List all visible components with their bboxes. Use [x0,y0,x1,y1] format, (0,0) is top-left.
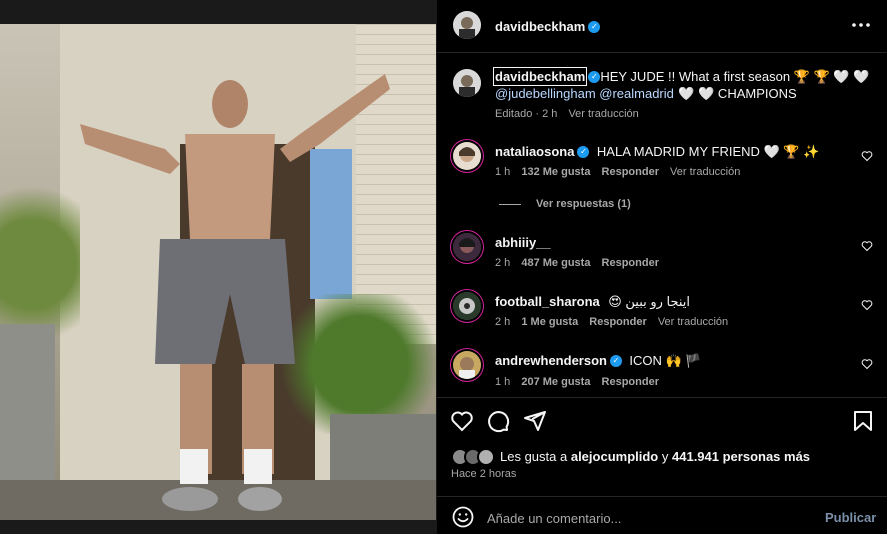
caption-edited-time: Editado · 2 h [495,108,558,120]
comment-avatar[interactable] [453,142,481,170]
comment-row: abhiiiy__ [495,234,551,252]
comment-meta: 1 h 132 Me gusta Responder Ver traducció… [495,166,740,178]
caption-mentions[interactable]: @judebellingham @realmadrid [495,86,674,101]
comment-likes[interactable]: 132 Me gusta [521,166,590,178]
likes-summary: Les gusta a alejocumplido y 441.941 pers… [500,449,810,464]
comment-avatar[interactable] [453,351,481,379]
reply-button[interactable]: Responder [589,316,646,328]
likes-prefix: Les gusta a [500,449,568,464]
comment-avatar[interactable] [453,233,481,261]
photo-person [80,74,390,511]
publish-button[interactable]: Publicar [825,510,876,525]
post-detail-panel: davidbeckham ✓ davidbeckham ✓ HEY JUDE !! W… [437,0,887,534]
comment-meta: 1 h 207 Me gusta Responder [495,376,659,388]
heart-icon[interactable] [861,358,873,370]
verified-badge-icon: ✓ [577,145,590,158]
replies-line [499,204,521,205]
liked-by-avatars[interactable] [451,447,497,467]
caption-avatar[interactable] [453,69,481,97]
post-photo[interactable] [0,24,436,520]
comment-meta: 2 h 487 Me gusta Responder [495,257,659,269]
actions-divider [437,397,887,398]
verified-badge-icon: ✓ [609,354,622,367]
comment-text: 😍 اینجا رو ببین [608,294,691,309]
comment-input[interactable] [485,506,789,530]
likes-user[interactable]: alejocumplido [571,449,658,464]
translate-link[interactable]: Ver traducción [658,316,728,328]
comment-row: andrewhenderson ✓ ICON 🙌 🏴 [495,352,702,370]
comment-username[interactable]: andrewhenderson [495,353,607,368]
comment-time: 1 h [495,166,511,178]
view-replies-button[interactable]: Ver respuestas (1) [536,198,631,210]
author-avatar[interactable] [453,11,481,39]
caption-meta: Editado · 2 h Ver traducción [495,108,639,120]
comment-row: nataliaosona ✓ HALA MADRID MY FRIEND 🤍 🏆 … [495,143,845,161]
comment-icon[interactable] [486,409,510,433]
bookmark-icon[interactable] [851,409,875,433]
heart-icon[interactable] [450,409,474,433]
caption-text-2: 🤍 🤍 CHAMPIONS [678,86,797,101]
reply-button[interactable]: Responder [602,376,659,388]
author-username[interactable]: davidbeckham [495,19,585,34]
heart-icon[interactable] [861,150,873,162]
translate-link[interactable]: Ver traducción [670,166,740,178]
header-divider [437,52,887,53]
caption-text: HEY JUDE !! What a first season 🏆 🏆 🤍 🤍 [600,69,870,84]
comment-time: 1 h [495,376,511,388]
emoji-icon[interactable] [451,505,475,529]
comment-username[interactable]: abhiiiy__ [495,235,551,250]
author-header[interactable]: davidbeckham ✓ [495,18,601,36]
comment-row: football_sharona 😍 اینجا رو ببین [495,293,690,311]
comment-username[interactable]: nataliaosona [495,144,574,159]
comment-likes[interactable]: 1 Me gusta [521,316,578,328]
comment-likes[interactable]: 207 Me gusta [521,376,590,388]
send-icon[interactable] [523,409,547,433]
comment-text: HALA MADRID MY FRIEND 🤍 🏆 ✨ [596,144,820,159]
caption-translate-link[interactable]: Ver traducción [568,108,638,120]
post-time: Hace 2 horas [451,468,517,480]
heart-icon[interactable] [861,299,873,311]
heart-icon[interactable] [861,240,873,252]
comment-username[interactable]: football_sharona [495,294,600,309]
caption: davidbeckham ✓ HEY JUDE !! What a first se… [492,67,875,102]
reply-button[interactable]: Responder [602,257,659,269]
comment-time: 2 h [495,316,511,328]
composer-divider [437,496,887,497]
comment-text: ICON 🙌 🏴 [629,353,702,368]
likes-mid: y [661,449,669,464]
comment-meta: 2 h 1 Me gusta Responder Ver traducción [495,316,728,328]
comment-time: 2 h [495,257,511,269]
caption-username[interactable]: davidbeckham [492,67,588,86]
comment-avatar[interactable] [453,292,481,320]
verified-badge-icon: ✓ [588,70,601,83]
likes-count[interactable]: 441.941 personas más [672,449,810,464]
comment-likes[interactable]: 487 Me gusta [521,257,590,269]
reply-button[interactable]: Responder [602,166,659,178]
more-horizontal-icon[interactable] [849,13,873,37]
verified-badge-icon: ✓ [588,20,601,33]
